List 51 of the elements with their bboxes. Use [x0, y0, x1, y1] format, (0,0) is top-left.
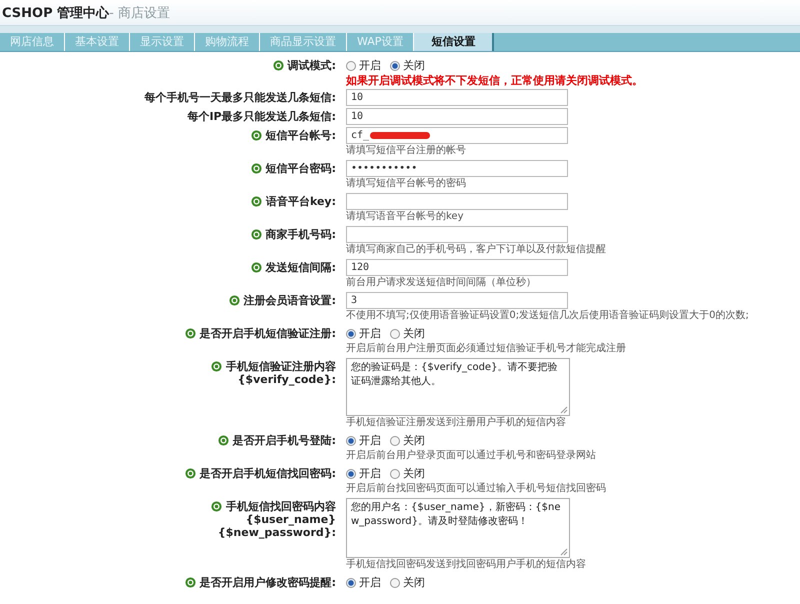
radio-label[interactable]: 关闭 — [403, 58, 425, 73]
radio-label[interactable]: 开启 — [359, 326, 381, 341]
text-area[interactable]: 您的验证码是：{$verify_code}。请不要把验证码泄露给其他人。 — [346, 358, 570, 416]
input-field[interactable]: 3 — [346, 292, 568, 309]
page-title: CSHOP 管理中心 — [2, 4, 110, 22]
field-label: 手机短信找回密码内容 — [226, 500, 336, 513]
field-label: 语音平台key: — [266, 195, 336, 208]
hint-text: 手机短信验证注册发送到注册用户手机的短信内容 — [346, 416, 566, 430]
radio-label[interactable]: 开启 — [359, 58, 381, 73]
input-field[interactable]: cf_ — [346, 127, 568, 144]
radio-label[interactable]: 关闭 — [403, 326, 425, 341]
hint-text: 请填写短信平台注册的帐号 — [346, 144, 466, 158]
radio-label[interactable]: 关闭 — [403, 575, 425, 590]
field-label: 每个手机号一天最多只能发送几条短信: — [144, 91, 336, 104]
hint-text: 手机短信找回密码发送到找回密码用户手机的短信内容 — [346, 558, 586, 572]
field-label: 是否开启用户修改密码提醒: — [200, 576, 336, 589]
radio-label[interactable]: 开启 — [359, 575, 381, 590]
field-label: 短信平台帐号: — [266, 129, 336, 142]
hint-text: 不使用不填写;仅使用语音验证码设置0;发送短信几次后使用语音验证码则设置大于0的次数; — [346, 309, 749, 323]
tab[interactable]: 短信设置 — [414, 33, 494, 51]
field-label: {$verify_code}: — [238, 373, 336, 386]
page-subtitle: - 商店设置 — [109, 4, 170, 22]
field-label: 商家手机号码: — [266, 228, 336, 241]
hint-text: 开启后前台找回密码页面可以通过输入手机号短信找回密码 — [346, 482, 606, 496]
hint-text: 开启后前台用户登录页面可以通过手机号和密码登录网站 — [346, 449, 596, 463]
field-label: 是否开启手机号登陆: — [232, 434, 336, 447]
hint-text: 前台用户请求发送短信时间间隔（单位秒） — [346, 276, 536, 290]
hint-text: 开启后前台用户注册页面必须通过短信验证手机号才能完成注册 — [346, 342, 626, 356]
field-label: 发送短信间隔: — [266, 261, 336, 274]
field-label: 是否开启手机短信找回密码: — [200, 467, 336, 480]
password-field[interactable]: ••••••••••• — [346, 160, 568, 177]
hint-text: 请填写语音平台帐号的key — [346, 210, 464, 224]
field-label: {$new_password}: — [218, 526, 336, 539]
radio-label[interactable]: 开启 — [359, 466, 381, 481]
radio-label[interactable]: 关闭 — [403, 466, 425, 481]
input-field[interactable]: 120 — [346, 259, 568, 276]
field-label: 短信平台密码: — [266, 162, 336, 175]
input-field[interactable]: 10 — [346, 89, 568, 106]
text-area[interactable]: 您的用户名：{$user_name}，新密码：{$new_password}。请及时登陆修改密码！ — [346, 498, 570, 558]
field-label: 是否开启手机短信验证注册: — [200, 327, 336, 340]
hint-text: 请填写商家自己的手机号码，客户下订单以及付款短信提醒 — [346, 243, 606, 257]
field-label: 手机短信验证注册内容 — [226, 360, 336, 373]
radio-label[interactable]: 关闭 — [403, 433, 425, 448]
radio-label[interactable]: 开启 — [359, 433, 381, 448]
input-field[interactable]: 10 — [346, 108, 568, 125]
hint-text: 请填写短信平台帐号的密码 — [346, 177, 466, 191]
field-label: 注册会员语音设置: — [244, 294, 336, 307]
field-label: {$user_name} — [246, 513, 336, 526]
warning-text: 如果开启调试模式将不下发短信，正常使用请关闭调试模式。 — [346, 74, 643, 87]
field-label: 每个IP最多只能发送几条短信: — [187, 110, 336, 123]
field-label: 调试模式: — [288, 59, 336, 72]
